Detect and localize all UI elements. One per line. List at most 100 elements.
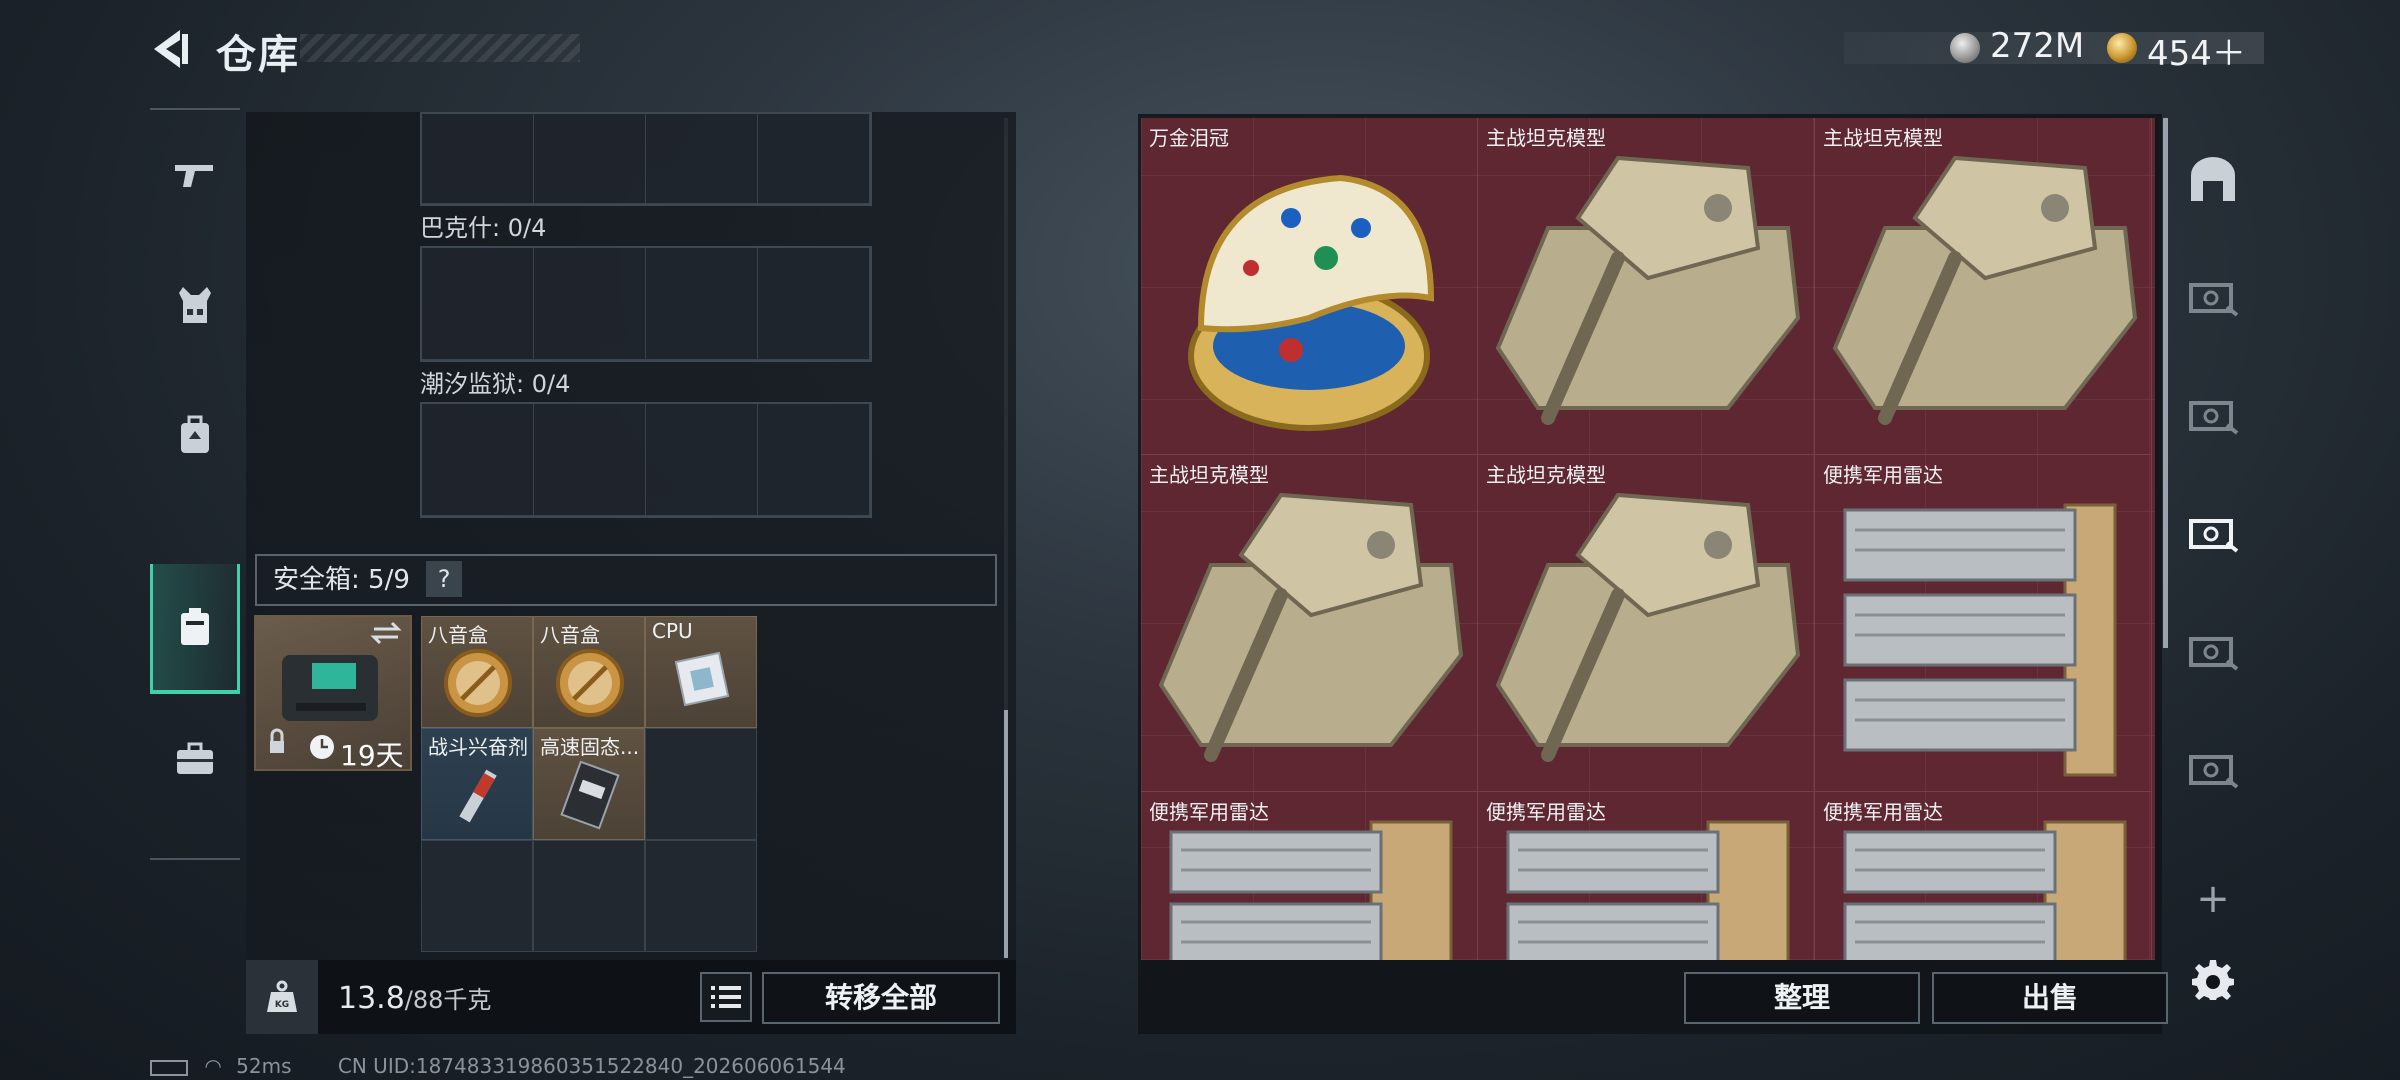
list-icon: [711, 986, 741, 1008]
silver-coin-icon: [1950, 33, 1980, 63]
help-button[interactable]: ?: [426, 560, 463, 597]
tank-image: [1832, 155, 2138, 425]
item-name: 万金泪冠: [1149, 126, 1229, 150]
stash-page-icon: [2189, 401, 2239, 435]
transfer-all-button[interactable]: 转移全部: [762, 972, 1000, 1024]
stash-page-icon: [2189, 519, 2239, 553]
item-tank-model[interactable]: 主战坦克模型: [1815, 118, 2152, 455]
stash-tab-1[interactable]: [2176, 242, 2250, 352]
radar-image: [1843, 503, 2117, 777]
item-name: 战斗兴奋剂: [428, 735, 528, 759]
safe-box-empty-slot[interactable]: [421, 840, 533, 952]
item-tank-model[interactable]: 主战坦克模型: [1478, 118, 1815, 455]
item-portable-radar[interactable]: 便携军用雷达: [1815, 455, 2152, 792]
back-button[interactable]: [150, 28, 190, 70]
rail-backpack[interactable]: [150, 370, 240, 500]
item-portable-radar[interactable]: 便携军用雷达: [1478, 792, 1815, 960]
battery-icon: [150, 1059, 188, 1076]
sort-button[interactable]: 整理: [1684, 972, 1920, 1024]
safe-box-days: 19天: [340, 739, 404, 772]
gold-coin-icon: [2107, 33, 2137, 63]
kg-weight-icon: KG: [267, 980, 297, 1012]
container-grid-bakhsh: [420, 246, 872, 362]
grid-label-tidal-prison: 潮汐监狱: 0/4: [420, 370, 571, 398]
silver-amount: 272M: [1990, 26, 2085, 66]
weight-max: /88千克: [404, 986, 492, 1014]
tank-image: [1158, 492, 1464, 762]
safe-box-empty-slot[interactable]: [645, 728, 757, 840]
rail-safe-box[interactable]: [150, 564, 240, 694]
weight-icon-box: KG: [246, 960, 318, 1034]
gold-amount[interactable]: 454＋: [2147, 26, 2246, 75]
grid-slot[interactable]: [534, 114, 646, 204]
stash-page-icon: [2189, 755, 2239, 789]
grid-slot[interactable]: [534, 248, 646, 360]
rail-weapon[interactable]: [150, 110, 240, 240]
item-name: 高速固态...: [540, 735, 640, 759]
item-name: 八音盒: [428, 623, 488, 647]
ping-text: 52ms: [236, 1054, 292, 1078]
item-name: 主战坦克模型: [1149, 463, 1269, 487]
stash-page-rail: +: [2176, 114, 2250, 1034]
stash-scrollbar-thumb[interactable]: [2163, 118, 2168, 648]
settings-button[interactable]: [2176, 924, 2250, 1034]
uid-text: CN UID:18748331986035152284​0_2026060615…: [337, 1054, 846, 1078]
item-combat-stimulant[interactable]: 战斗兴奋剂: [421, 728, 533, 840]
grid-slot[interactable]: [422, 248, 534, 360]
equipment-category-rail: [150, 108, 240, 860]
item-tank-model[interactable]: 主战坦克模型: [1478, 455, 1815, 792]
grid-slot[interactable]: [422, 404, 534, 516]
item-ssd[interactable]: 高速固态...: [533, 728, 645, 840]
stash-page-icon: [2189, 283, 2239, 317]
stash-grid: 万金泪冠 主战坦克模型 主战坦克模型 主战坦克模型 主战坦克模型 便携军用雷达 …: [1141, 118, 2155, 960]
sell-button[interactable]: 出售: [1932, 972, 2168, 1024]
safe-box-header: 安全箱: 5/9 ?: [255, 554, 997, 606]
left-scrollbar-thumb[interactable]: [1004, 710, 1008, 958]
item-name: 便携军用雷达: [1823, 800, 1943, 824]
item-cpu[interactable]: CPU: [645, 616, 757, 728]
rail-armor[interactable]: [150, 240, 240, 370]
grid-slot[interactable]: [646, 248, 758, 360]
vault-icon: [2191, 157, 2235, 201]
title-decoration: [300, 34, 580, 62]
weight-readout: 13.8/88千克: [338, 980, 491, 1016]
gear-icon: [2192, 960, 2234, 1000]
stash-tab-home[interactable]: [2176, 124, 2250, 234]
grid-label-bakhsh: 巴克什: 0/4: [420, 214, 547, 242]
item-portable-radar[interactable]: 便携军用雷达: [1815, 792, 2152, 960]
rail-case[interactable]: [150, 694, 240, 824]
list-view-button[interactable]: [700, 972, 752, 1022]
wifi-icon: ◠: [204, 1054, 222, 1078]
backpack-icon: [181, 415, 209, 453]
item-name: 便携军用雷达: [1486, 800, 1606, 824]
item-tiara[interactable]: 万金泪冠: [1141, 118, 1478, 455]
item-music-box[interactable]: 八音盒: [533, 616, 645, 728]
stash-tab-4[interactable]: [2176, 596, 2250, 706]
stash-tab-3-active[interactable]: [2176, 478, 2250, 588]
status-bar: ◠ 52ms CN UID:18748331986035152284​0_202…: [150, 1054, 846, 1078]
grid-slot[interactable]: [534, 404, 646, 516]
item-name: 便携军用雷达: [1823, 463, 1943, 487]
svg-text:KG: KG: [275, 1000, 289, 1010]
item-music-box[interactable]: 八音盒: [421, 616, 533, 728]
item-name: 主战坦克模型: [1823, 126, 1943, 150]
item-name: 主战坦克模型: [1486, 126, 1606, 150]
safe-box-icon: [181, 608, 209, 645]
item-tank-model[interactable]: 主战坦克模型: [1141, 455, 1478, 792]
stash-tab-5[interactable]: [2176, 714, 2250, 824]
grid-slot[interactable]: [758, 114, 870, 204]
grid-slot[interactable]: [422, 114, 534, 204]
grid-slot[interactable]: [758, 248, 870, 360]
item-portable-radar[interactable]: 便携军用雷达: [1141, 792, 1478, 960]
grid-slot[interactable]: [646, 114, 758, 204]
safe-box-empty-slot[interactable]: [645, 840, 757, 952]
safe-box-empty-slot[interactable]: [533, 840, 645, 952]
safe-box-label: 安全箱: 5/9: [273, 565, 410, 595]
grid-slot[interactable]: [758, 404, 870, 516]
item-name: 便携军用雷达: [1149, 800, 1269, 824]
container-grid-top: [420, 112, 872, 206]
grid-slot[interactable]: [646, 404, 758, 516]
jeweled-egg-image: [1188, 174, 1435, 431]
stash-tab-2[interactable]: [2176, 360, 2250, 470]
item-name: 八音盒: [540, 623, 600, 647]
